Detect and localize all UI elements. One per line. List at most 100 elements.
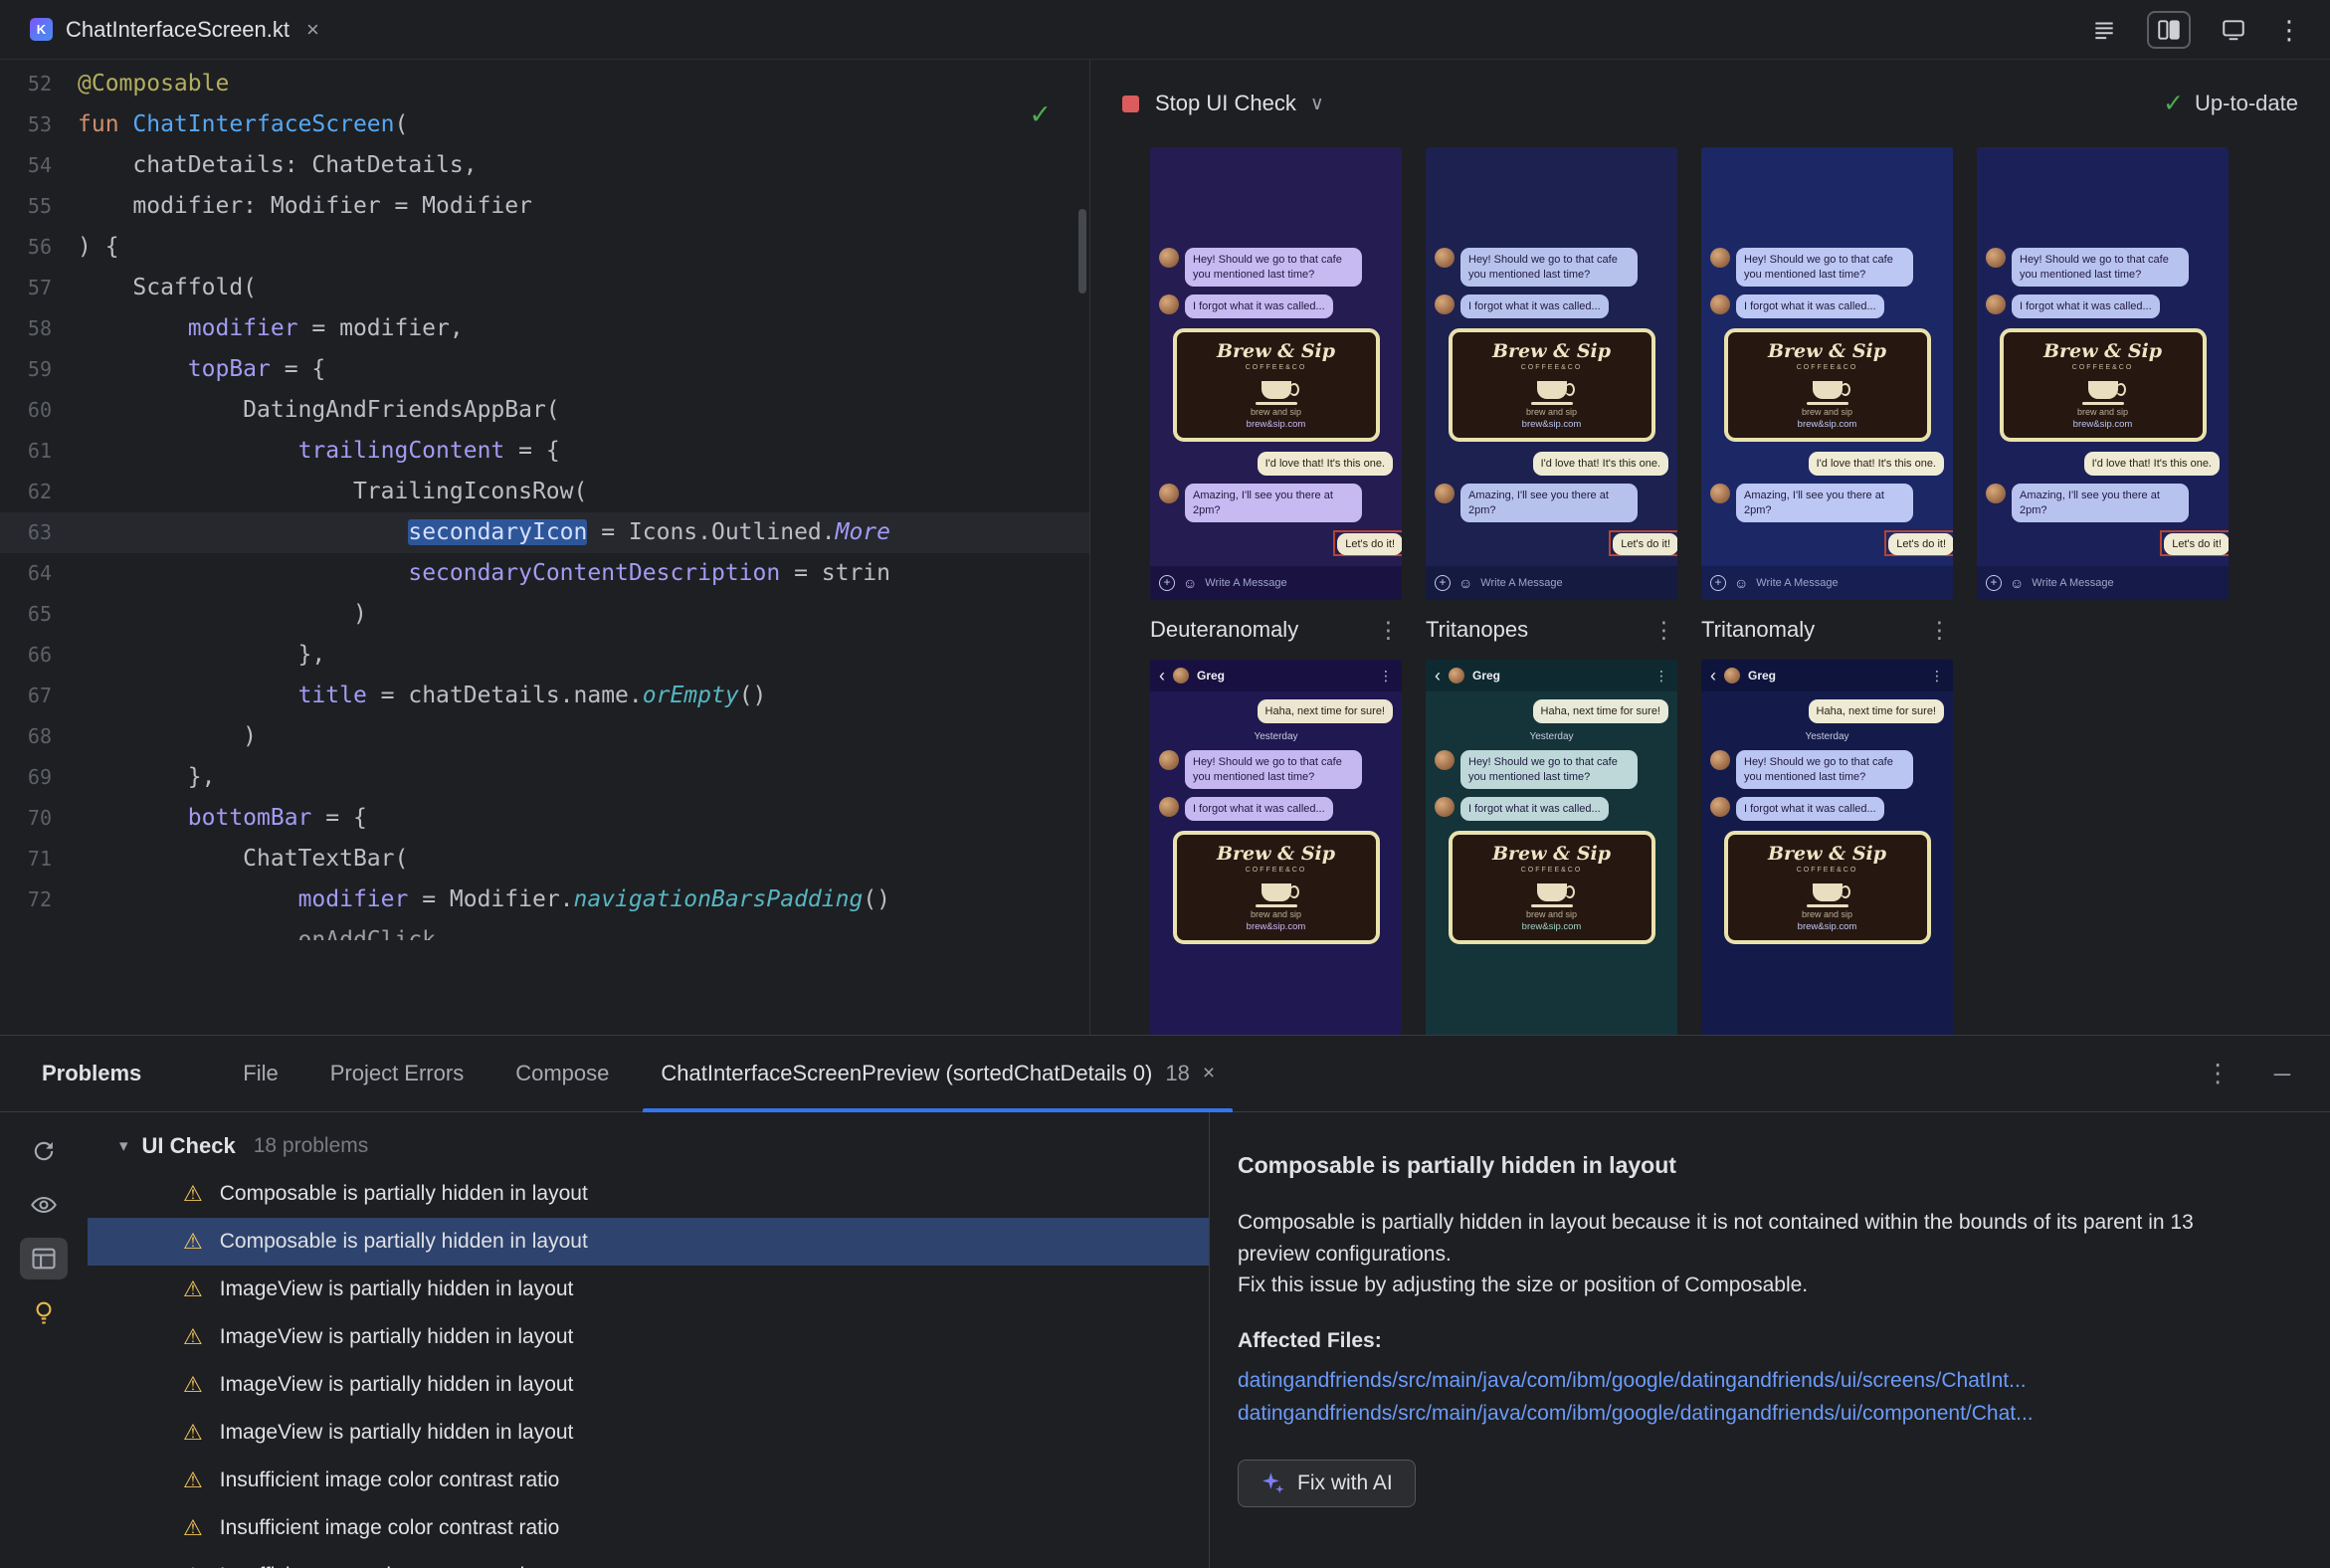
problem-item[interactable]: ⚠Insufficient text color contrast ratio xyxy=(88,1552,1209,1568)
preview-label: Tritanomaly xyxy=(1701,617,1816,642)
chevron-down-icon[interactable]: ∨ xyxy=(1310,93,1324,115)
problem-item[interactable]: ⚠ Insufficient image color contrast ratio xyxy=(88,1457,1209,1504)
chat-preview-phone[interactable]: Hey! Should we go to that cafe you menti… xyxy=(1150,147,1402,600)
message-bubble: I forgot what it was called... xyxy=(1736,796,1884,822)
message-bubble: Hey! Should we go to that cafe you menti… xyxy=(1460,248,1638,287)
code-line: 56) { xyxy=(0,227,1089,268)
problems-panel: Problems File Project Errors Compose Cha… xyxy=(0,1035,2330,1568)
problem-item[interactable]: ⚠ Composable is partially hidden in layou… xyxy=(88,1218,1209,1266)
tab-compose[interactable]: Compose xyxy=(489,1036,635,1111)
chat-preview-phone[interactable]: ‹ Greg ⋮ Haha, next time for sure! Yeste… xyxy=(1426,660,1677,1035)
close-tab-icon[interactable]: × xyxy=(1203,1062,1215,1085)
chat-preview-phone[interactable]: Hey! Should we go to that cafe you menti… xyxy=(1426,147,1677,600)
split-editor-button[interactable] xyxy=(2147,10,2191,49)
coffee-cup-icon xyxy=(1530,381,1575,406)
message-row: Haha, next time for sure! xyxy=(1159,699,1393,724)
avatar xyxy=(1435,796,1455,817)
line-number: 57 xyxy=(27,276,52,299)
card-tagline: COFFEE&CO xyxy=(1520,867,1583,875)
ui-check-group-row[interactable]: ▾ UI Check 18 problems xyxy=(88,1122,1209,1170)
message-bubble: Haha, next time for sure! xyxy=(1257,699,1393,724)
problem-title: Composable is partially hidden in layout xyxy=(1238,1152,1676,1178)
kebab-icon[interactable]: ⋮ xyxy=(1652,617,1677,644)
message-bubble: Amazing, I'll see you there at 2pm? xyxy=(2012,484,2189,522)
problem-item[interactable]: ⚠ ImageView is partially hidden in layout xyxy=(88,1313,1209,1361)
chat-preview-phone[interactable]: ‹ Greg ⋮ Haha, next time for sure! Yeste… xyxy=(1150,660,1402,1035)
message-row: I forgot what it was called... xyxy=(1435,796,1668,822)
problem-text: Insufficient image color contrast ratio xyxy=(219,1469,560,1491)
avatar xyxy=(1159,484,1179,504)
tab-file[interactable]: File xyxy=(217,1036,303,1111)
chat-header: ‹ Greg ⋮ xyxy=(1150,660,1402,691)
warning-icon: ⚠ xyxy=(183,1229,203,1254)
sections-list-icon[interactable] xyxy=(2091,17,2117,43)
message-bubble: Hey! Should we go to that cafe you menti… xyxy=(1185,248,1362,287)
problem-item[interactable]: ⚠ Composable is partially hidden in layou… xyxy=(88,1170,1209,1218)
message-row: I forgot what it was called... xyxy=(1159,796,1393,822)
code-line: 62 TrailingIconsRow( xyxy=(0,472,1089,512)
avatar xyxy=(1435,484,1455,504)
day-divider: Yesterday xyxy=(1529,731,1574,743)
message-bubble: I'd love that! It's this one. xyxy=(1532,452,1668,477)
affected-file-link[interactable]: datingandfriends/src/main/java/com/ibm/g… xyxy=(1238,1402,2290,1426)
kotlin-file-icon: K xyxy=(30,18,53,41)
editor-scrollbar[interactable] xyxy=(1078,209,1086,294)
details-view-icon[interactable] xyxy=(20,1238,68,1279)
back-icon: ‹ xyxy=(1710,666,1716,686)
chat-preview-phone[interactable]: ‹ Greg ⋮ Haha, next time for sure! Yeste… xyxy=(1701,660,1953,1035)
kebab-icon[interactable]: ⋮ xyxy=(1377,617,1402,644)
chevron-down-icon[interactable]: ▾ xyxy=(119,1136,128,1156)
problems-list: ⚠ Composable is partially hidden in layou… xyxy=(88,1170,1209,1568)
coffee-cup-icon xyxy=(1530,883,1575,908)
code-editor[interactable]: 52 @Composable 53 fun ChatInterfaceScreen(5… xyxy=(0,60,1090,1035)
card-url: brew&sip.com xyxy=(1521,921,1582,933)
file-tab[interactable]: K ChatInterfaceScreen.kt × xyxy=(16,0,333,59)
message-bubble: Let's do it! xyxy=(1613,533,1677,555)
message-row: Hey! Should we go to that cafe you menti… xyxy=(1435,248,1668,287)
ui-check-preview-pane: Stop UI Check ∨ ✓ Up-to-date Hey! Should… xyxy=(1090,60,2330,1035)
line-number: 59 xyxy=(27,357,52,381)
kebab-icon[interactable]: ⋮ xyxy=(1928,617,1953,644)
chat-preview-phone[interactable]: Hey! Should we go to that cafe you menti… xyxy=(1701,147,1953,600)
stop-icon[interactable] xyxy=(1122,95,1139,112)
lightbulb-icon[interactable] xyxy=(20,1291,68,1333)
avatar xyxy=(1435,750,1455,771)
message-row: Hey! Should we go to that cafe you menti… xyxy=(1986,248,2220,287)
avatar xyxy=(1724,668,1740,684)
affected-file-link[interactable]: datingandfriends/src/main/java/com/ibm/g… xyxy=(1238,1369,2290,1393)
line-number: 62 xyxy=(27,480,52,503)
problem-item[interactable]: ⚠ Insufficient image color contrast ratio xyxy=(88,1504,1209,1552)
eye-icon[interactable] xyxy=(20,1184,68,1226)
problem-details: Composable is partially hidden in layout… xyxy=(1210,1112,2330,1568)
chat-contact-name: Greg xyxy=(1197,669,1226,683)
problem-item[interactable]: ⚠ ImageView is partially hidden in layout xyxy=(88,1361,1209,1409)
more-options-icon[interactable]: ⋮ xyxy=(2276,17,2302,43)
fix-with-ai-button[interactable]: Fix with AI xyxy=(1238,1459,1416,1507)
code-line: 55 modifier: Modifier = Modifier xyxy=(0,186,1089,227)
card-tagline: COFFEE&CO xyxy=(1245,867,1307,875)
minimize-panel-icon[interactable]: ─ xyxy=(2274,1061,2290,1087)
refresh-icon[interactable] xyxy=(20,1130,68,1172)
avatar xyxy=(1449,668,1464,684)
preview-display-icon[interactable] xyxy=(2221,17,2246,43)
chat-preview-phone[interactable]: Hey! Should we go to that cafe you menti… xyxy=(1977,147,2229,600)
message-row: Amazing, I'll see you there at 2pm? xyxy=(1159,484,1393,522)
preview-label-cell: Deuteranomaly ⋮ xyxy=(1150,617,1402,644)
message-bubble: I forgot what it was called... xyxy=(1185,796,1333,822)
line-number: 53 xyxy=(27,112,52,136)
tab-chat-interface-screen-preview[interactable]: ChatInterfaceScreenPreview (sortedChatDe… xyxy=(635,1036,1241,1112)
problems-tool-label[interactable]: Problems xyxy=(42,1061,141,1086)
tab-project-errors[interactable]: Project Errors xyxy=(304,1036,489,1111)
message-input-bar: + ☺ Write A Message xyxy=(1701,566,1953,600)
chat-contact-name: Greg xyxy=(1748,669,1777,683)
card-brand: Brew & Sip xyxy=(1491,340,1612,363)
stop-ui-check-button[interactable]: Stop UI Check xyxy=(1155,91,1296,116)
avatar xyxy=(1159,248,1179,269)
warning-icon: ⚠ xyxy=(183,1515,203,1540)
close-tab-icon[interactable]: × xyxy=(306,17,319,43)
panel-options-icon[interactable]: ⋮ xyxy=(2206,1059,2231,1088)
brew-sip-card: Brew & Sip COFFEE&CO brew and sip brew&s… xyxy=(1723,831,1931,945)
problem-item[interactable]: ⚠ ImageView is partially hidden in layout xyxy=(88,1409,1209,1457)
code-line: 67 title = chatDetails.name.orEmpty() xyxy=(0,676,1089,716)
problem-item[interactable]: ⚠ ImageView is partially hidden in layout xyxy=(88,1266,1209,1313)
